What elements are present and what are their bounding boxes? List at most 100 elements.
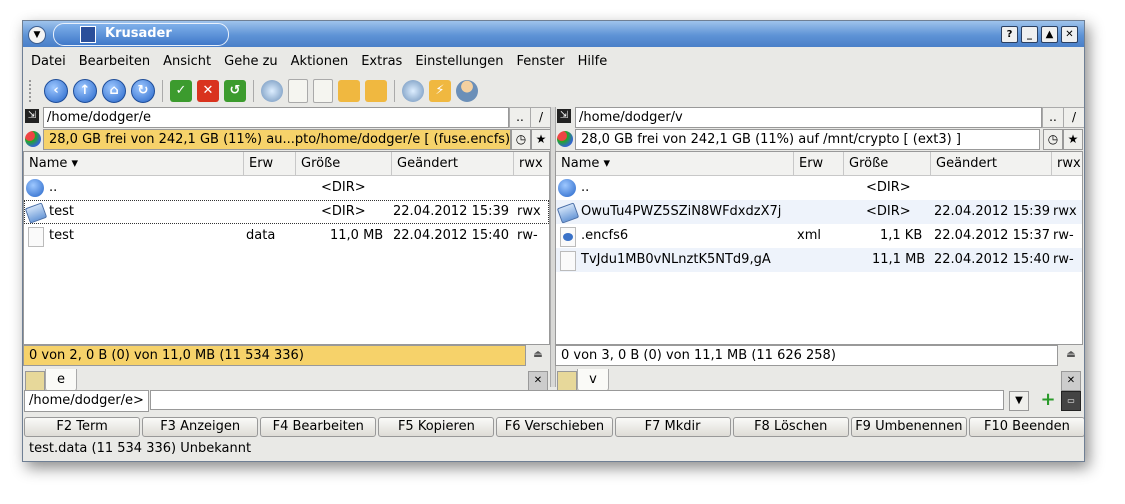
left-free-space: 28,0 GB frei von 242,1 GB (11%) au...pto… xyxy=(43,129,511,150)
left-col-name[interactable]: Name ▾ xyxy=(24,152,244,175)
row-perm: rwx xyxy=(1053,204,1077,219)
table-row[interactable]: .. <DIR> xyxy=(556,176,1082,200)
f3-view-button[interactable]: F3 Anzeigen xyxy=(142,417,259,437)
close-tab-icon[interactable]: ✕ xyxy=(1061,371,1081,391)
new-tab-icon[interactable] xyxy=(25,371,45,391)
toolbar-separator xyxy=(162,80,163,102)
invert-selection-icon[interactable]: ↺ xyxy=(224,80,246,102)
help-icon[interactable]: ? xyxy=(1001,26,1018,43)
window-menu-icon[interactable]: ▼ xyxy=(28,26,46,44)
left-path-field[interactable]: /home/dodger/e xyxy=(43,107,509,128)
copy-icon[interactable] xyxy=(313,79,333,103)
left-disk-icon xyxy=(25,131,41,147)
left-col-size[interactable]: Größe xyxy=(296,152,392,175)
new-file-icon[interactable] xyxy=(288,79,308,103)
krusader-app-icon xyxy=(80,26,96,43)
select-icon[interactable]: ✓ xyxy=(170,80,192,102)
left-path-history-icon[interactable]: ⇲ xyxy=(25,109,39,123)
f2-term-button[interactable]: F2 Term xyxy=(24,417,141,437)
row-size: 1,1 KB xyxy=(880,228,923,243)
folder-icon xyxy=(556,202,580,224)
close-icon[interactable]: ✕ xyxy=(1061,26,1078,43)
command-input[interactable] xyxy=(150,390,1004,410)
left-eject-icon[interactable]: ⏏ xyxy=(528,345,548,364)
left-col-ext[interactable]: Erw xyxy=(244,152,296,175)
right-parent-button[interactable]: .. xyxy=(1042,107,1064,128)
add-icon[interactable]: + xyxy=(1039,391,1057,409)
row-name: test xyxy=(49,228,74,243)
command-line-row: /home/dodger/e> ▼ + ▭ xyxy=(23,390,1084,412)
menu-hilfe[interactable]: Hilfe xyxy=(570,51,613,73)
terminal-icon[interactable]: ▭ xyxy=(1061,391,1081,411)
right-bookmark-icon[interactable]: ★ xyxy=(1063,129,1083,150)
table-row[interactable]: test <DIR> 22.04.2012 15:39 rwx xyxy=(24,200,549,224)
f6-move-button[interactable]: F6 Verschieben xyxy=(496,417,613,437)
f9-rename-button[interactable]: F9 Umbenennen xyxy=(850,417,967,437)
table-row[interactable]: TvJdu1MB0vNLnztK5NTd9,gA 11,1 MB 22.04.2… xyxy=(556,248,1082,272)
right-col-ext[interactable]: Erw xyxy=(794,152,844,175)
quick-connect-icon[interactable]: ⚡ xyxy=(429,80,451,102)
root-user-icon[interactable] xyxy=(456,80,478,102)
back-icon[interactable]: ‹ xyxy=(44,79,68,103)
menu-extras[interactable]: Extras xyxy=(353,51,407,73)
left-col-date[interactable]: Geändert xyxy=(392,152,514,175)
menu-einstellungen[interactable]: Einstellungen xyxy=(407,51,508,73)
right-col-date[interactable]: Geändert xyxy=(931,152,1052,175)
menu-fenster[interactable]: Fenster xyxy=(508,51,569,73)
title-pill: Krusader xyxy=(53,23,229,46)
right-col-size[interactable]: Größe xyxy=(844,152,931,175)
f7-mkdir-button[interactable]: F7 Mkdir xyxy=(614,417,731,437)
compare-icon[interactable] xyxy=(338,80,360,102)
menu-aktionen[interactable]: Aktionen xyxy=(283,51,354,73)
right-eject-icon[interactable]: ⏏ xyxy=(1061,345,1081,364)
right-path-history-icon[interactable]: ⇲ xyxy=(557,109,571,123)
right-history-icon[interactable]: ◷ xyxy=(1043,129,1063,150)
search-icon[interactable] xyxy=(261,80,283,102)
title-bar[interactable]: ▼ Krusader ? _ ▲ ✕ xyxy=(23,21,1084,47)
table-row[interactable]: .. <DIR> xyxy=(24,176,549,200)
left-tab-bar: e ✕ xyxy=(23,369,550,392)
f4-edit-button[interactable]: F4 Bearbeiten xyxy=(260,417,377,437)
refresh-icon[interactable]: ↻ xyxy=(131,79,155,103)
f5-copy-button[interactable]: F5 Kopieren xyxy=(378,417,495,437)
close-tab-icon[interactable]: ✕ xyxy=(528,371,548,391)
menu-bearbeiten[interactable]: Bearbeiten xyxy=(71,51,155,73)
right-file-list[interactable]: Name ▾ Erw Größe Geändert rwx .. <DIR> O… xyxy=(555,151,1083,345)
left-bookmark-icon[interactable]: ★ xyxy=(531,129,551,150)
left-col-perm[interactable]: rwx xyxy=(514,152,549,175)
mount-icon[interactable] xyxy=(402,80,424,102)
right-col-name[interactable]: Name ▾ xyxy=(556,152,794,175)
toolbar-separator xyxy=(253,80,254,102)
menu-ansicht[interactable]: Ansicht xyxy=(155,51,216,73)
right-col-perm[interactable]: rwx xyxy=(1052,152,1082,175)
command-history-icon[interactable]: ▼ xyxy=(1009,391,1029,411)
right-root-button[interactable]: / xyxy=(1063,107,1084,128)
left-parent-button[interactable]: .. xyxy=(509,107,531,128)
f10-quit-button[interactable]: F10 Beenden xyxy=(968,417,1084,437)
maximize-icon[interactable]: ▲ xyxy=(1041,26,1058,43)
home-icon[interactable]: ⌂ xyxy=(102,79,126,103)
f8-delete-button[interactable]: F8 Löschen xyxy=(732,417,849,437)
left-history-icon[interactable]: ◷ xyxy=(511,129,531,150)
row-size: 11,0 MB xyxy=(330,228,384,243)
sync-icon[interactable] xyxy=(365,80,387,102)
unselect-icon[interactable]: ✕ xyxy=(197,80,219,102)
left-root-button[interactable]: / xyxy=(530,107,552,128)
table-row[interactable]: test data 11,0 MB 22.04.2012 15:40 rw- xyxy=(24,224,549,248)
menu-datei[interactable]: Datei xyxy=(23,51,71,73)
row-size: 11,1 MB xyxy=(872,252,926,267)
left-file-list[interactable]: Name ▾ Erw Größe Geändert rwx .. <DIR> t… xyxy=(23,151,550,345)
bottom-status: test.data (11 534 336) Unbekannt xyxy=(29,441,252,456)
left-tab-e[interactable]: e xyxy=(45,369,77,392)
new-tab-icon[interactable] xyxy=(557,371,577,391)
menu-gehe-zu[interactable]: Gehe zu xyxy=(216,51,283,73)
right-path-field[interactable]: /home/dodger/v xyxy=(575,107,1042,128)
table-row[interactable]: .encfs6 xml 1,1 KB 22.04.2012 15:37 rw- xyxy=(556,224,1082,248)
toolbar-grip[interactable] xyxy=(29,80,39,102)
forward-icon[interactable]: ↑ xyxy=(73,79,97,103)
right-tab-v[interactable]: v xyxy=(577,369,609,392)
minimize-icon[interactable]: _ xyxy=(1021,26,1038,43)
table-row[interactable]: OwuTu4PWZ5SZiN8WFdxdzX7j <DIR> 22.04.201… xyxy=(556,200,1082,224)
right-tab-bar: v ✕ xyxy=(555,369,1083,392)
xml-file-icon xyxy=(560,227,576,247)
